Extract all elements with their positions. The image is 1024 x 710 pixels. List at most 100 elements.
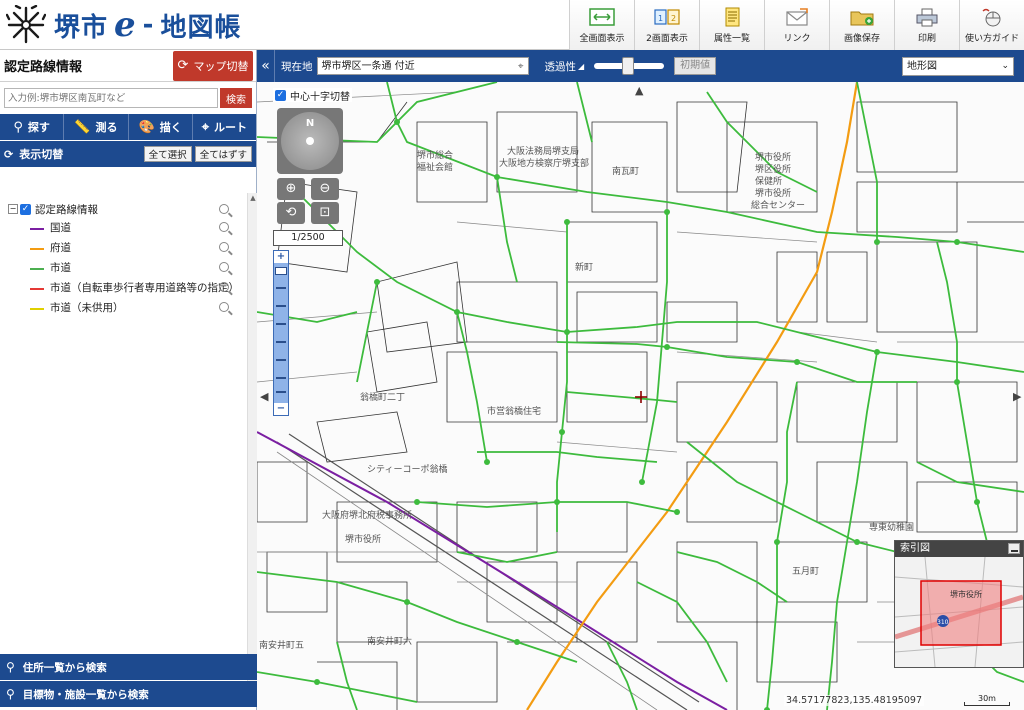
search-button[interactable]: 検索 xyxy=(220,88,252,108)
facility-list-search-button[interactable]: ⚲ 目標物・施設一覧から検索 xyxy=(0,681,257,707)
refresh-icon: ⟳ xyxy=(177,58,189,73)
zoom-to-layer-icon[interactable] xyxy=(219,282,229,292)
map-label: 南安井町五 xyxy=(259,639,304,651)
layer-item[interactable]: 府道 xyxy=(8,239,239,259)
tab-search[interactable]: ⚲ 探す xyxy=(0,114,65,140)
pan-north-icon[interactable]: ▲ xyxy=(635,84,643,97)
tab-measure[interactable]: 📏 測る xyxy=(64,114,129,140)
collapse-toggle[interactable]: − xyxy=(8,204,18,214)
center-cross-toggle[interactable]: ✓ 中心十字切替 xyxy=(273,88,352,103)
sakai-emblem-icon xyxy=(6,5,46,44)
tab-search-label: 探す xyxy=(27,121,50,134)
zoom-tick xyxy=(276,391,286,393)
layer-label: 府道 xyxy=(50,242,71,254)
layer-item[interactable]: 市道（自転車歩行者専用道路等の指定） xyxy=(8,279,239,299)
layer-item[interactable]: 市道（未供用） xyxy=(8,299,239,319)
map-switch-button[interactable]: ⟳ マップ切替 xyxy=(173,50,253,81)
app-header: 堺市 e- 地図帳 全画面表示 12 2画面表示 属性一覧 リンク 画像保存 印… xyxy=(0,0,1024,50)
collapse-panel-icon[interactable]: « xyxy=(257,50,275,82)
zoom-area-icon: ⊡ xyxy=(319,205,331,220)
rotate-icon: ⟲ xyxy=(285,205,297,220)
layer-scrollbar[interactable]: ▲ ▼ xyxy=(247,193,257,698)
tree-root-label: 認定路線情報 xyxy=(35,203,98,216)
index-map-canvas[interactable]: 310 堺市役所 xyxy=(895,557,1023,667)
zoom-tick xyxy=(276,305,286,307)
refresh-icon: ⟳ xyxy=(4,148,14,161)
center-cross-checkbox[interactable]: ✓ xyxy=(275,89,286,101)
zoom-in-magnifier-button[interactable]: ⊕ xyxy=(277,178,305,200)
compass-pan-control[interactable]: N xyxy=(277,108,343,174)
map-label: 南安井町六 xyxy=(367,635,412,647)
address-search-input[interactable] xyxy=(4,88,218,108)
zoom-to-layer-icon[interactable] xyxy=(219,262,229,272)
logo-service: 地図帳 xyxy=(160,12,242,43)
map-label: 福祉会館 xyxy=(417,161,453,173)
usage-guide-button[interactable]: 使い方ガイド xyxy=(959,0,1024,50)
save-image-button[interactable]: 画像保存 xyxy=(829,0,894,50)
layer-item[interactable]: 市道 xyxy=(8,259,239,279)
zoom-tick xyxy=(276,341,286,343)
usage-guide-label: 使い方ガイド xyxy=(964,34,1019,44)
pan-east-icon[interactable]: ▶ xyxy=(1013,390,1021,403)
zoom-to-layer-icon[interactable] xyxy=(219,242,229,252)
tab-route[interactable]: ⌖ ルート xyxy=(193,114,256,140)
pan-west-icon[interactable]: ◀ xyxy=(260,390,268,403)
chevron-down-icon: ⌄ xyxy=(1001,61,1009,71)
panel-title: 認定路線情報 xyxy=(4,60,83,75)
basemap-value: 地形図 xyxy=(907,61,937,72)
zoom-to-layer-icon[interactable] xyxy=(219,204,229,214)
opacity-slider[interactable] xyxy=(594,57,665,75)
crosshair-icon[interactable]: ⌖ xyxy=(518,59,524,75)
reset-opacity-button[interactable]: 初期値 xyxy=(674,57,717,75)
display-toggle-label: 表示切替 xyxy=(19,148,64,161)
index-map-view[interactable]: 310 堺市役所 xyxy=(895,557,1023,667)
svg-text:1: 1 xyxy=(658,14,663,23)
location-field[interactable]: 堺市堺区一条通 付近 ⌖ xyxy=(316,57,529,75)
zoom-in-icon: ⊕ xyxy=(285,181,297,196)
route-icon: ⌖ xyxy=(201,119,210,135)
basemap-select[interactable]: 地形図 ⌄ xyxy=(902,57,1014,76)
attribute-list-button[interactable]: 属性一覧 xyxy=(699,0,764,50)
tab-draw[interactable]: 🎨 描く xyxy=(129,114,193,140)
zoom-slider[interactable]: + − xyxy=(273,250,289,416)
zoom-tick xyxy=(276,377,286,379)
root-checkbox[interactable]: ✓ xyxy=(20,203,31,215)
zoom-out-magnifier-button[interactable]: ⊖ xyxy=(311,178,339,200)
zoom-area-button[interactable]: ⊡ xyxy=(311,202,339,224)
deselect-all-button[interactable]: 全てはずす xyxy=(194,146,252,162)
dual-screen-button[interactable]: 12 2画面表示 xyxy=(634,0,699,50)
map-label: 専東幼稚園 xyxy=(869,521,914,533)
scale-indicator: 1/2500 xyxy=(273,230,343,246)
zoom-to-layer-icon[interactable] xyxy=(219,302,229,312)
zoom-plus-icon[interactable]: + xyxy=(274,251,288,263)
zoom-tick xyxy=(276,323,286,325)
logo-city: 堺市 xyxy=(54,12,109,43)
link-button[interactable]: リンク xyxy=(764,0,829,50)
layer-label: 市道（未供用） xyxy=(50,302,124,314)
logo-dash: - xyxy=(142,10,155,40)
compass-ring[interactable]: N xyxy=(281,112,339,170)
address-list-search-button[interactable]: ⚲ 住所一覧から検索 xyxy=(0,654,257,680)
zoom-to-layer-icon[interactable] xyxy=(219,222,229,232)
tab-draw-label: 描く xyxy=(159,121,182,134)
legend-line xyxy=(30,288,44,290)
zoom-minus-icon[interactable]: − xyxy=(274,403,288,415)
site-logo[interactable]: 堺市 e- 地図帳 xyxy=(6,5,241,45)
minimize-icon[interactable] xyxy=(1008,543,1020,554)
mode-tabs: ⚲ 探す 📏 測る 🎨 描く ⌖ ルート xyxy=(0,114,256,140)
rotate-reset-button[interactable]: ⟲ xyxy=(277,202,305,224)
opacity-slider-knob[interactable] xyxy=(622,57,635,75)
map-area[interactable]: « 現在地 堺市堺区一条通 付近 ⌖ 透過性 ◢ 初期値 地形図 ⌄ 堺市総合 … xyxy=(257,50,1024,710)
layer-item[interactable]: 国道 xyxy=(8,219,239,239)
left-panel: 認定路線情報 ⟳ マップ切替 検索 ⚲ 探す 📏 測る 🎨 描く ⌖ ルート ⟳ 表示切替… xyxy=(0,50,257,710)
tree-root[interactable]: − ✓ 認定路線情報 xyxy=(8,199,239,219)
legend-line xyxy=(30,308,44,310)
layer-label: 市道 xyxy=(50,262,71,274)
display-toggle-title: ⟳ 表示切替 xyxy=(4,146,141,162)
select-all-button[interactable]: 全て選択 xyxy=(143,146,192,162)
print-button[interactable]: 印刷 xyxy=(894,0,959,50)
compass-center-icon[interactable] xyxy=(306,137,314,145)
fullscreen-button[interactable]: 全画面表示 xyxy=(569,0,634,50)
index-map-panel: 索引図 310 堺市役所 xyxy=(894,540,1024,668)
zoom-slider-knob[interactable] xyxy=(275,267,287,275)
